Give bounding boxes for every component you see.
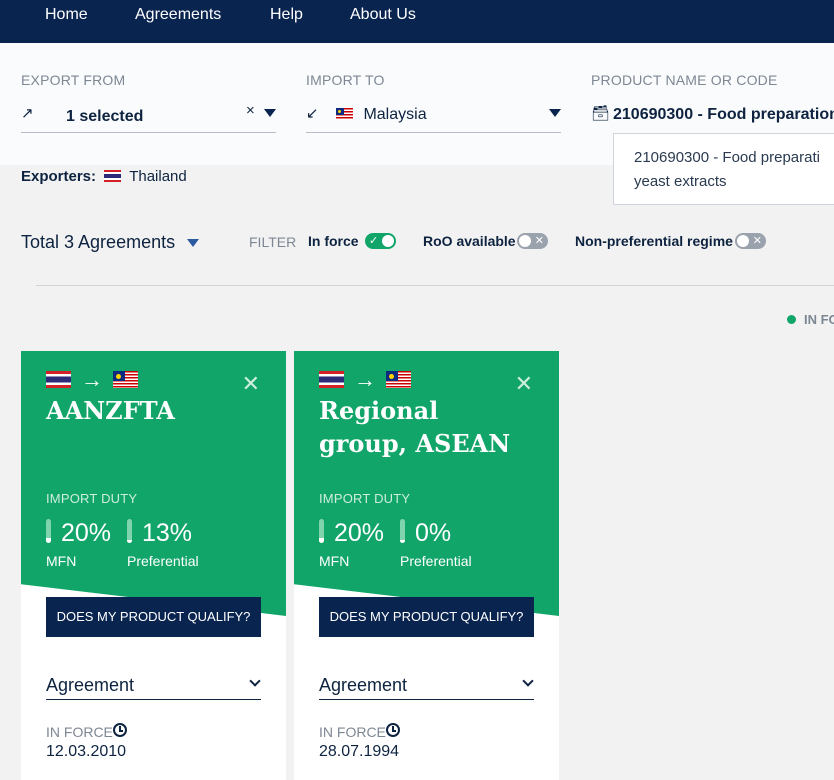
qualify-button[interactable]: DOES MY PRODUCT QUALIFY?: [319, 597, 534, 637]
thailand-flag-icon: [319, 371, 344, 388]
box-icon: 🗃: [591, 105, 611, 122]
preferential-duty-value: 0%: [415, 519, 452, 547]
thailand-flag-icon: [104, 170, 122, 182]
nav-help[interactable]: Help: [270, 6, 303, 24]
agreement-card: → ✕ Regional group, ASEAN IMPORT DUTY 20…: [294, 351, 559, 780]
nav-home[interactable]: Home: [45, 6, 88, 24]
chevron-down-icon[interactable]: [549, 109, 561, 117]
non-pref-label: Non-preferential regime: [575, 233, 733, 249]
product-search-input[interactable]: 🗃 210690300 - Food preparation: [591, 99, 834, 133]
import-to-select[interactable]: ↙ Malaysia: [306, 99, 561, 133]
in-force-legend: IN FORCE: [804, 312, 834, 327]
agreement-title: Regional group, ASEAN: [319, 396, 511, 458]
import-duty-label: IMPORT DUTY: [46, 491, 138, 506]
preferential-duty-bar: [127, 519, 132, 543]
accordion-label: Agreement: [319, 675, 408, 695]
agreement-accordion[interactable]: Agreement: [319, 672, 534, 700]
in-force-label: In force: [308, 233, 359, 249]
malaysia-flag-icon: [386, 371, 411, 388]
product-tooltip-text: 210690300 - Food preparati yeast extract…: [634, 149, 820, 190]
exporters-value: Thailand: [129, 168, 187, 185]
thailand-flag-icon: [46, 371, 71, 388]
product-tooltip: 210690300 - Food preparati yeast extract…: [613, 133, 834, 205]
chevron-down-icon[interactable]: [264, 109, 276, 117]
preferential-duty-bar: [400, 519, 405, 543]
preferential-duty-value: 13%: [142, 519, 193, 547]
close-icon[interactable]: ✕: [242, 373, 260, 395]
import-duty-label: IMPORT DUTY: [319, 491, 411, 506]
export-arrow-icon: ↗: [21, 105, 34, 122]
agreement-card: → ✕ AANZFTA IMPORT DUTY 20% MFN 13% Pref…: [21, 351, 286, 780]
agreement-accordion[interactable]: Agreement: [46, 672, 261, 700]
in-force-legend-dot: [787, 315, 796, 324]
nav-about-us[interactable]: About Us: [350, 6, 416, 24]
mfn-duty-bar: [46, 519, 51, 543]
top-navigation: Home Agreements Help About Us: [0, 0, 834, 43]
arrow-right-icon: →: [354, 367, 376, 392]
accordion-label: Agreement: [46, 675, 135, 695]
preferential-label: Preferential: [127, 553, 199, 569]
clock-icon: [113, 723, 127, 737]
filter-label: FILTER: [249, 234, 297, 250]
clock-icon: [386, 723, 400, 737]
exporters-row: Exporters: Thailand: [21, 168, 187, 185]
mfn-duty-value: 20%: [334, 519, 385, 547]
agreement-title: AANZFTA: [46, 396, 175, 425]
status-label: IN FORCE: [46, 724, 113, 740]
export-from-label: EXPORT FROM: [21, 72, 126, 88]
mfn-label: MFN: [319, 553, 350, 569]
qualify-button[interactable]: DOES MY PRODUCT QUALIFY?: [46, 597, 261, 637]
close-icon[interactable]: ✕: [515, 373, 533, 395]
import-to-value: Malaysia: [363, 106, 427, 123]
trade-route: →: [319, 367, 411, 392]
chevron-down-icon: [522, 675, 534, 687]
mfn-duty-bar: [319, 519, 324, 543]
clear-selection-icon[interactable]: ×: [246, 102, 255, 119]
trade-route: →: [46, 367, 138, 392]
status-label: IN FORCE: [319, 724, 386, 740]
product-label: PRODUCT NAME OR CODE: [591, 72, 778, 88]
check-icon: ✓: [369, 235, 379, 247]
chevron-down-icon: [249, 675, 261, 687]
in-force-date: 28.07.1994: [319, 743, 400, 760]
malaysia-flag-icon: [113, 371, 138, 388]
product-value: 210690300 - Food preparation: [613, 106, 834, 123]
roo-label: RoO available: [423, 233, 516, 249]
malaysia-flag-icon: [336, 108, 353, 120]
exporters-label: Exporters:: [21, 168, 97, 185]
export-from-value: 1 selected: [66, 108, 144, 125]
roo-toggle[interactable]: ✕: [517, 233, 548, 249]
x-icon: ✕: [752, 235, 762, 247]
divider: [36, 285, 834, 286]
preferential-label: Preferential: [400, 553, 472, 569]
mfn-label: MFN: [46, 553, 77, 569]
chevron-down-icon[interactable]: [187, 239, 199, 247]
mfn-duty-value: 20%: [61, 519, 112, 547]
export-from-select[interactable]: ↗ 1 selected ×: [21, 99, 276, 133]
arrow-right-icon: →: [81, 367, 103, 392]
total-agreements[interactable]: Total 3 Agreements: [21, 232, 175, 253]
non-pref-toggle[interactable]: ✕: [735, 233, 766, 249]
import-arrow-icon: ↙: [306, 105, 319, 122]
import-to-label: IMPORT TO: [306, 72, 385, 88]
in-force-date: 12.03.2010: [46, 743, 127, 760]
x-icon: ✕: [534, 235, 544, 247]
nav-agreements[interactable]: Agreements: [135, 6, 221, 24]
in-force-toggle[interactable]: ✓: [365, 233, 396, 249]
